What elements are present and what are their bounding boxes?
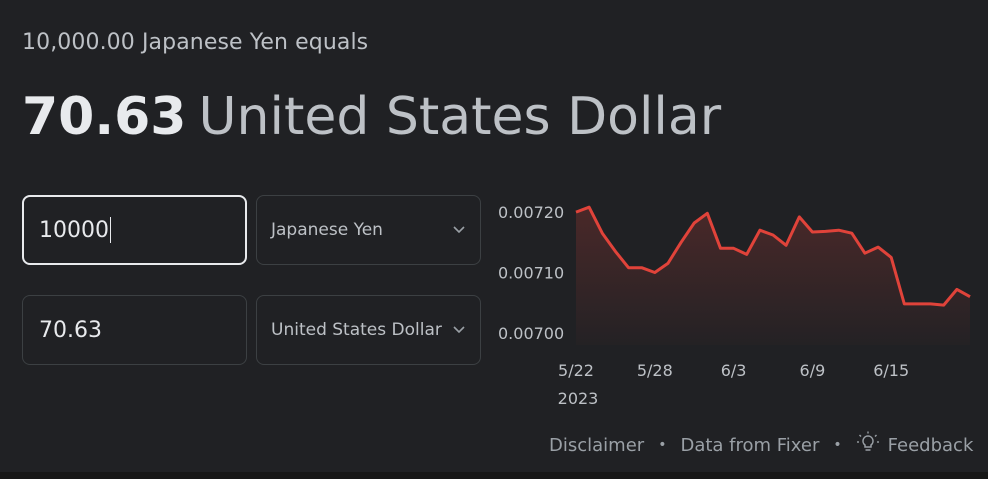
from-currency-select[interactable]: Japanese Yen bbox=[256, 195, 481, 265]
to-currency-label: United States Dollar bbox=[271, 320, 442, 340]
to-currency-select[interactable]: United States Dollar bbox=[256, 295, 481, 365]
lightbulb-icon bbox=[856, 431, 880, 460]
x-axis-tick-label: 5/22 bbox=[558, 361, 594, 380]
x-axis-tick-label: 6/9 bbox=[800, 361, 826, 380]
feedback-label: Feedback bbox=[887, 434, 974, 456]
conversion-summary: 10,000.00 Japanese Yen equals bbox=[22, 30, 369, 55]
y-axis-tick-label: 0.00710 bbox=[498, 264, 564, 283]
from-currency-label: Japanese Yen bbox=[271, 220, 383, 240]
from-amount-value: 10000 bbox=[39, 217, 109, 243]
result-amount: 70.63 bbox=[22, 87, 187, 147]
to-amount-value: 70.63 bbox=[39, 317, 102, 343]
chart-area-fill bbox=[576, 207, 970, 345]
data-source-link[interactable]: Data from Fixer bbox=[680, 435, 819, 456]
x-axis-year-label: 2023 bbox=[558, 389, 599, 408]
footer: Disclaimer • Data from Fixer • Feedback bbox=[549, 430, 979, 460]
footer-separator: • bbox=[658, 437, 667, 453]
bottom-divider bbox=[0, 472, 988, 479]
from-amount-input[interactable]: 10000 bbox=[22, 195, 247, 265]
y-axis-tick-label: 0.00700 bbox=[498, 324, 564, 343]
feedback-button[interactable]: Feedback bbox=[856, 431, 974, 460]
result-currency: United States Dollar bbox=[198, 87, 722, 147]
y-axis-tick-label: 0.00720 bbox=[498, 203, 564, 222]
chevron-down-icon bbox=[452, 323, 466, 337]
footer-separator: • bbox=[833, 437, 842, 453]
exchange-rate-chart[interactable]: 0.00720 0.00710 0.00700 5/22 5/28 6/3 6/9 6/15… bbox=[488, 190, 988, 420]
text-caret bbox=[110, 217, 111, 243]
x-axis-tick-label: 6/3 bbox=[721, 361, 747, 380]
chevron-down-icon bbox=[452, 223, 466, 237]
disclaimer-link[interactable]: Disclaimer bbox=[549, 435, 644, 456]
currency-converter-panel: 10,000.00 Japanese Yen equals 70.63 Unite… bbox=[0, 0, 988, 479]
x-axis-tick-label: 5/28 bbox=[637, 361, 673, 380]
to-amount-input[interactable]: 70.63 bbox=[22, 295, 247, 365]
x-axis-tick-label: 6/15 bbox=[873, 361, 909, 380]
conversion-result: 70.63 United States Dollar bbox=[22, 82, 721, 152]
